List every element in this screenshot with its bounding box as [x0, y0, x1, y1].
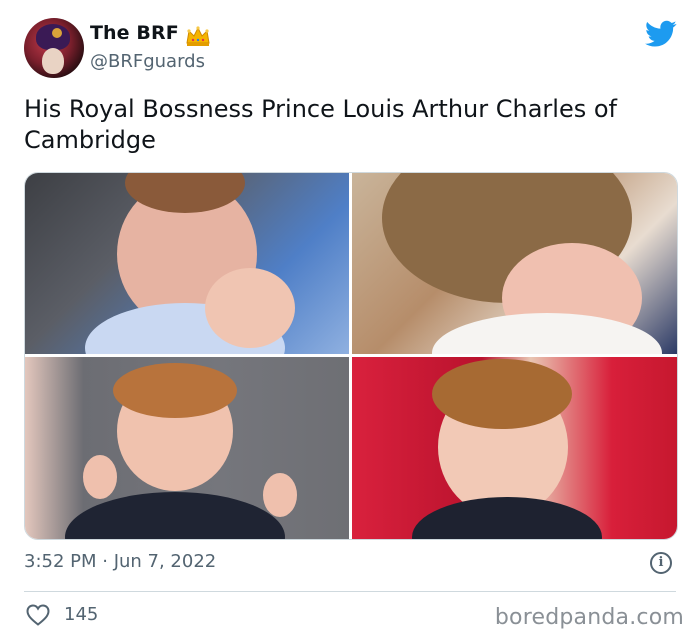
- heart-icon[interactable]: [26, 604, 50, 626]
- info-icon[interactable]: i: [650, 552, 672, 574]
- avatar-face-shape: [42, 48, 64, 74]
- avatar-plume-shape: [52, 28, 62, 38]
- twitter-bird-icon[interactable]: [645, 20, 677, 48]
- tweet-timestamp[interactable]: 3:52 PM · Jun 7, 2022: [24, 551, 216, 572]
- like-count: 145: [64, 604, 99, 625]
- crown-icon: [186, 26, 210, 46]
- photo-4[interactable]: [352, 357, 677, 539]
- watermark: boredpanda.com: [494, 605, 684, 630]
- author-name[interactable]: The BRF: [90, 22, 179, 44]
- photo-3[interactable]: [25, 357, 349, 539]
- tweet-text: His Royal Bossness Prince Louis Arthur C…: [24, 95, 617, 154]
- author-handle[interactable]: @BRFguards: [90, 51, 205, 72]
- photo-2[interactable]: [352, 173, 677, 354]
- avatar[interactable]: [24, 18, 84, 78]
- photo-grid: [24, 172, 678, 540]
- photo-1[interactable]: [25, 173, 349, 354]
- tweet-card: The BRF @BRFguards His Royal Bossness Pr…: [0, 0, 700, 642]
- divider: [24, 591, 676, 592]
